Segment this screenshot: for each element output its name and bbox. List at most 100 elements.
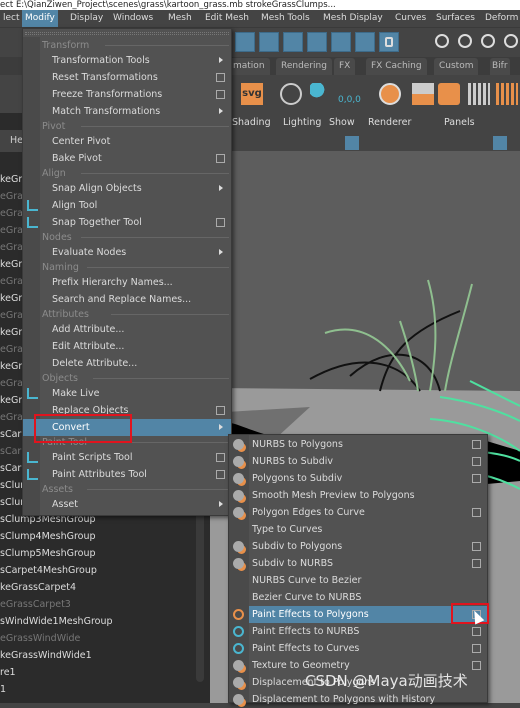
menu-display[interactable]: Display [67, 10, 106, 27]
paint-select-icon[interactable] [458, 34, 472, 48]
viewport-menu-lighting[interactable]: Lighting [283, 117, 321, 128]
menu-curves[interactable]: Curves [392, 10, 429, 27]
distribute-icon[interactable] [496, 83, 518, 105]
menu-item-search-and-replace-names[interactable]: Search and Replace Names... [23, 291, 231, 308]
snap-grid-icon[interactable] [235, 32, 255, 52]
menu-item-match-transformations[interactable]: Match Transformations [23, 103, 231, 120]
menu-modify[interactable]: Modify [22, 10, 58, 27]
snap-curve-icon[interactable] [259, 32, 279, 52]
option-box-icon[interactable] [472, 661, 481, 670]
pivot-tool-icon[interactable] [280, 83, 302, 105]
menu-item-freeze-transformations[interactable]: Freeze Transformations [23, 86, 231, 103]
shelf-tab-bifr[interactable]: Bifr [490, 58, 510, 75]
menu-item-bake-pivot[interactable]: Bake Pivot [23, 150, 231, 167]
submenu-item-nurbs-curve-to-bezier[interactable]: NURBS Curve to Bezier [229, 572, 487, 589]
shelf-tab-rendering[interactable]: Rendering [276, 58, 332, 75]
submenu-item-polygons-to-subdiv[interactable]: Polygons to Subdiv [229, 470, 487, 487]
option-box-icon[interactable] [216, 406, 225, 415]
option-box-icon[interactable] [216, 218, 225, 227]
viewport-menu-show[interactable]: Show [329, 117, 355, 128]
option-box-icon[interactable] [472, 644, 481, 653]
menu-item-delete-attribute[interactable]: Delete Attribute... [23, 355, 231, 372]
submenu-item-nurbs-to-polygons[interactable]: NURBS to Polygons [229, 436, 487, 453]
submenu-item-paint-effects-to-nurbs[interactable]: Paint Effects to NURBS [229, 623, 487, 640]
menu-mesh[interactable]: Mesh [165, 10, 195, 27]
tear-off-handle[interactable] [25, 32, 229, 35]
menu-item-prefix-hierarchy-names[interactable]: Prefix Hierarchy Names... [23, 274, 231, 291]
grid-icon[interactable] [468, 83, 490, 105]
menu-item-make-live[interactable]: Make Live [23, 385, 231, 402]
viewport-menu-renderer[interactable]: Renderer [368, 117, 411, 128]
symmetry-icon[interactable] [504, 34, 518, 48]
snap-view-plane-icon[interactable] [307, 32, 327, 52]
option-box-icon[interactable] [472, 440, 481, 449]
outliner-item[interactable]: keGrassWindWide1 [0, 647, 92, 664]
lasso-icon[interactable] [435, 34, 449, 48]
submenu-item-smooth-mesh-preview-to-polygons[interactable]: Smooth Mesh Preview to Polygons [229, 487, 487, 504]
shelf-tab-fx-caching[interactable]: FX Caching [366, 58, 427, 75]
submenu-item-type-to-curves[interactable]: Type to Curves [229, 521, 487, 538]
menu-item-evaluate-nodes[interactable]: Evaluate Nodes [23, 244, 231, 261]
outliner-item[interactable]: eGrassWindWide [0, 630, 80, 647]
make-live-icon[interactable] [331, 32, 351, 52]
svg-tool-icon[interactable]: svg [241, 83, 263, 105]
uv-layout-icon[interactable] [412, 83, 434, 105]
menu-item-center-pivot[interactable]: Center Pivot [23, 133, 231, 150]
menu-item-paint-scripts-tool[interactable]: Paint Scripts Tool [23, 449, 231, 466]
lock-icon[interactable] [385, 37, 393, 47]
menu-item-edit-attribute[interactable]: Edit Attribute... [23, 338, 231, 355]
menu-lect[interactable]: lect [0, 10, 23, 27]
layers-icon[interactable] [379, 83, 401, 105]
menu-item-transformation-tools[interactable]: Transformation Tools [23, 52, 231, 69]
submenu-item-subdiv-to-nurbs[interactable]: Subdiv to NURBS [229, 555, 487, 572]
option-box-icon[interactable] [216, 453, 225, 462]
menu-mesh-display[interactable]: Mesh Display [320, 10, 386, 27]
grid-toggle-icon[interactable] [345, 136, 359, 150]
outliner-item[interactable]: sClump4MeshGroup [0, 528, 96, 545]
menu-item-snap-together-tool[interactable]: Snap Together Tool [23, 214, 231, 231]
option-box-icon[interactable] [216, 73, 225, 82]
option-box-icon[interactable] [472, 627, 481, 636]
submenu-item-subdiv-to-polygons[interactable]: Subdiv to Polygons [229, 538, 487, 555]
outliner-item[interactable]: sCarpet4MeshGroup [0, 562, 97, 579]
menu-windows[interactable]: Windows [110, 10, 156, 27]
shelf-tab-custom[interactable]: Custom [434, 58, 479, 75]
reset-transform-icon[interactable]: 0,0,0 [338, 83, 361, 105]
outliner-item[interactable]: 1 [0, 681, 6, 698]
menu-item-add-attribute[interactable]: Add Attribute... [23, 321, 231, 338]
menu-edit-mesh[interactable]: Edit Mesh [202, 10, 252, 27]
option-box-icon[interactable] [216, 470, 225, 479]
outliner-item[interactable]: sWindWide1MeshGroup [0, 613, 113, 630]
submenu-item-bezier-curve-to-nurbs[interactable]: Bezier Curve to NURBS [229, 589, 487, 606]
option-box-icon[interactable] [472, 542, 481, 551]
freeze-transform-icon[interactable] [310, 83, 332, 105]
submenu-item-displacement-to-polygons-with-history[interactable]: Displacement to Polygons with History [229, 691, 487, 708]
outliner-item[interactable]: sClump5MeshGroup [0, 545, 96, 562]
viewport-menu-panels[interactable]: Panels [444, 117, 475, 128]
smooth-shade-icon[interactable] [493, 136, 507, 150]
snap-point-icon[interactable] [283, 32, 303, 52]
menu-item-reset-transformations[interactable]: Reset Transformations [23, 69, 231, 86]
option-box-icon[interactable] [216, 90, 225, 99]
shelf-tab-mation[interactable]: mation [228, 58, 270, 75]
submenu-item-polygon-edges-to-curve[interactable]: Polygon Edges to Curve [229, 504, 487, 521]
menu-item-align-tool[interactable]: Align Tool [23, 197, 231, 214]
menu-surfaces[interactable]: Surfaces [433, 10, 478, 27]
option-box-icon[interactable] [472, 559, 481, 568]
submenu-item-nurbs-to-subdiv[interactable]: NURBS to Subdiv [229, 453, 487, 470]
soft-select-icon[interactable] [481, 34, 495, 48]
menu-item-snap-align-objects[interactable]: Snap Align Objects [23, 180, 231, 197]
viewport-menu-shading[interactable]: Shading [232, 117, 271, 128]
outliner-item[interactable]: eGrassCarpet3 [0, 596, 71, 613]
menu-deform[interactable]: Deform [482, 10, 520, 27]
menu-item-asset[interactable]: Asset [23, 496, 231, 513]
outliner-item[interactable]: keGrassCarpet4 [0, 579, 76, 596]
menu-mesh-tools[interactable]: Mesh Tools [258, 10, 313, 27]
submenu-item-paint-effects-to-curves[interactable]: Paint Effects to Curves [229, 640, 487, 657]
render-view-icon[interactable] [355, 32, 375, 52]
option-box-icon[interactable] [216, 154, 225, 163]
shelf-tab-fx[interactable]: FX [334, 58, 356, 75]
outliner-item[interactable]: re1 [0, 664, 16, 681]
option-box-icon[interactable] [472, 457, 481, 466]
unfold-icon[interactable] [438, 83, 460, 105]
